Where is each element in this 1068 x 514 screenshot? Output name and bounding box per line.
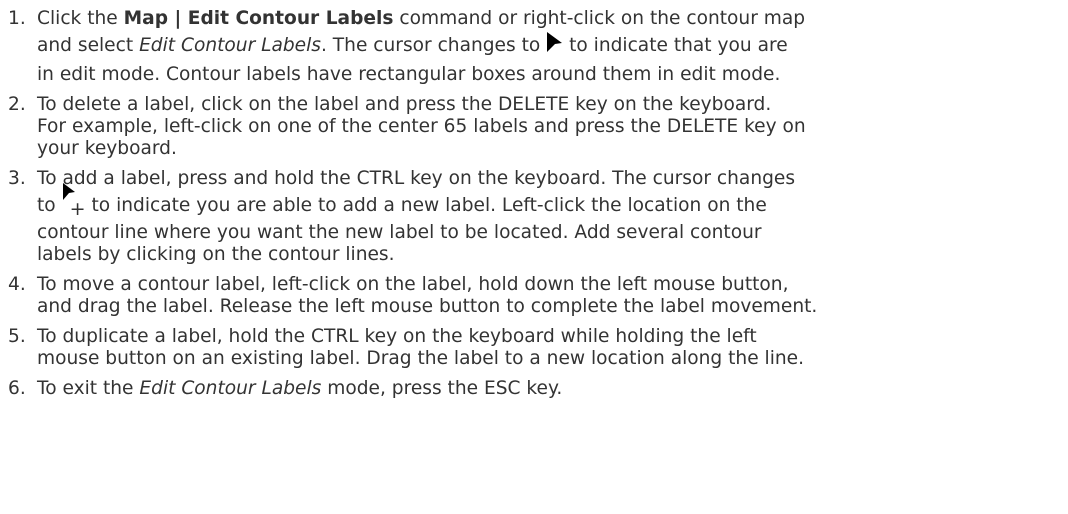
step-2: 2. To delete a label, click on the label… (0, 94, 1068, 160)
text: to (37, 195, 62, 216)
step-text-line: To move a contour label, left-click on t… (37, 274, 789, 295)
plus-glyph: + (69, 198, 86, 220)
arrow-cursor-icon (546, 32, 563, 64)
text: to indicate that you are (563, 35, 788, 56)
step-text-line: Click the Map | Edit Contour Labels comm… (37, 8, 1068, 30)
step-text-line: mouse button on an existing label. Drag … (37, 348, 805, 369)
step-number: 6. (8, 378, 26, 399)
step-number: 1. (8, 8, 26, 29)
menu-command: Map | Edit Contour Labels (123, 8, 394, 29)
step-text-line: To delete a label, click on the label an… (37, 94, 772, 115)
step-text-line: in edit mode. Contour labels have rectan… (37, 64, 781, 85)
step-text-line: and drag the label. Release the left mou… (37, 296, 818, 317)
step-text-line: your keyboard. (37, 138, 177, 159)
step-text-line: For example, left-click on one of the ce… (37, 116, 806, 137)
step-5: 5. To duplicate a label, hold the CTRL k… (0, 326, 1068, 370)
text: To exit the (37, 378, 140, 399)
text: . The cursor changes to (320, 35, 547, 56)
step-text-line: To exit the Edit Contour Labels mode, pr… (37, 378, 1068, 400)
step-text-line: labels by clicking on the contour lines. (37, 244, 395, 265)
step-number: 5. (8, 326, 26, 347)
step-6: 6. To exit the Edit Contour Labels mode,… (0, 378, 1068, 400)
text: command or right-click on the contour ma… (393, 8, 806, 29)
step-text-line: to + to indicate you are able to add a n… (37, 183, 1068, 222)
text: mode, press the ESC key. (321, 378, 563, 399)
mode-name: Edit Contour Labels (139, 35, 321, 56)
mode-name: Edit Contour Labels (139, 378, 322, 399)
instruction-list: 1. Click the Map | Edit Contour Labels c… (0, 0, 1068, 400)
text: to indicate you are able to add a new la… (85, 195, 767, 216)
step-4: 4. To move a contour label, left-click o… (0, 274, 1068, 318)
text: and select (37, 35, 140, 56)
step-number: 2. (8, 94, 26, 115)
step-text-line: To add a label, press and hold the CTRL … (37, 168, 796, 189)
step-1: 1. Click the Map | Edit Contour Labels c… (0, 8, 1068, 86)
text: Click the (37, 8, 124, 29)
step-text-line: contour line where you want the new labe… (37, 222, 762, 243)
step-3: 3. To add a label, press and hold the CT… (0, 168, 1068, 266)
arrow-plus-cursor-icon: + (62, 183, 86, 220)
step-number: 4. (8, 274, 26, 295)
step-text-line: and select Edit Contour Labels. The curs… (37, 30, 1068, 64)
step-text-line: To duplicate a label, hold the CTRL key … (37, 326, 757, 347)
step-number: 3. (8, 168, 26, 189)
